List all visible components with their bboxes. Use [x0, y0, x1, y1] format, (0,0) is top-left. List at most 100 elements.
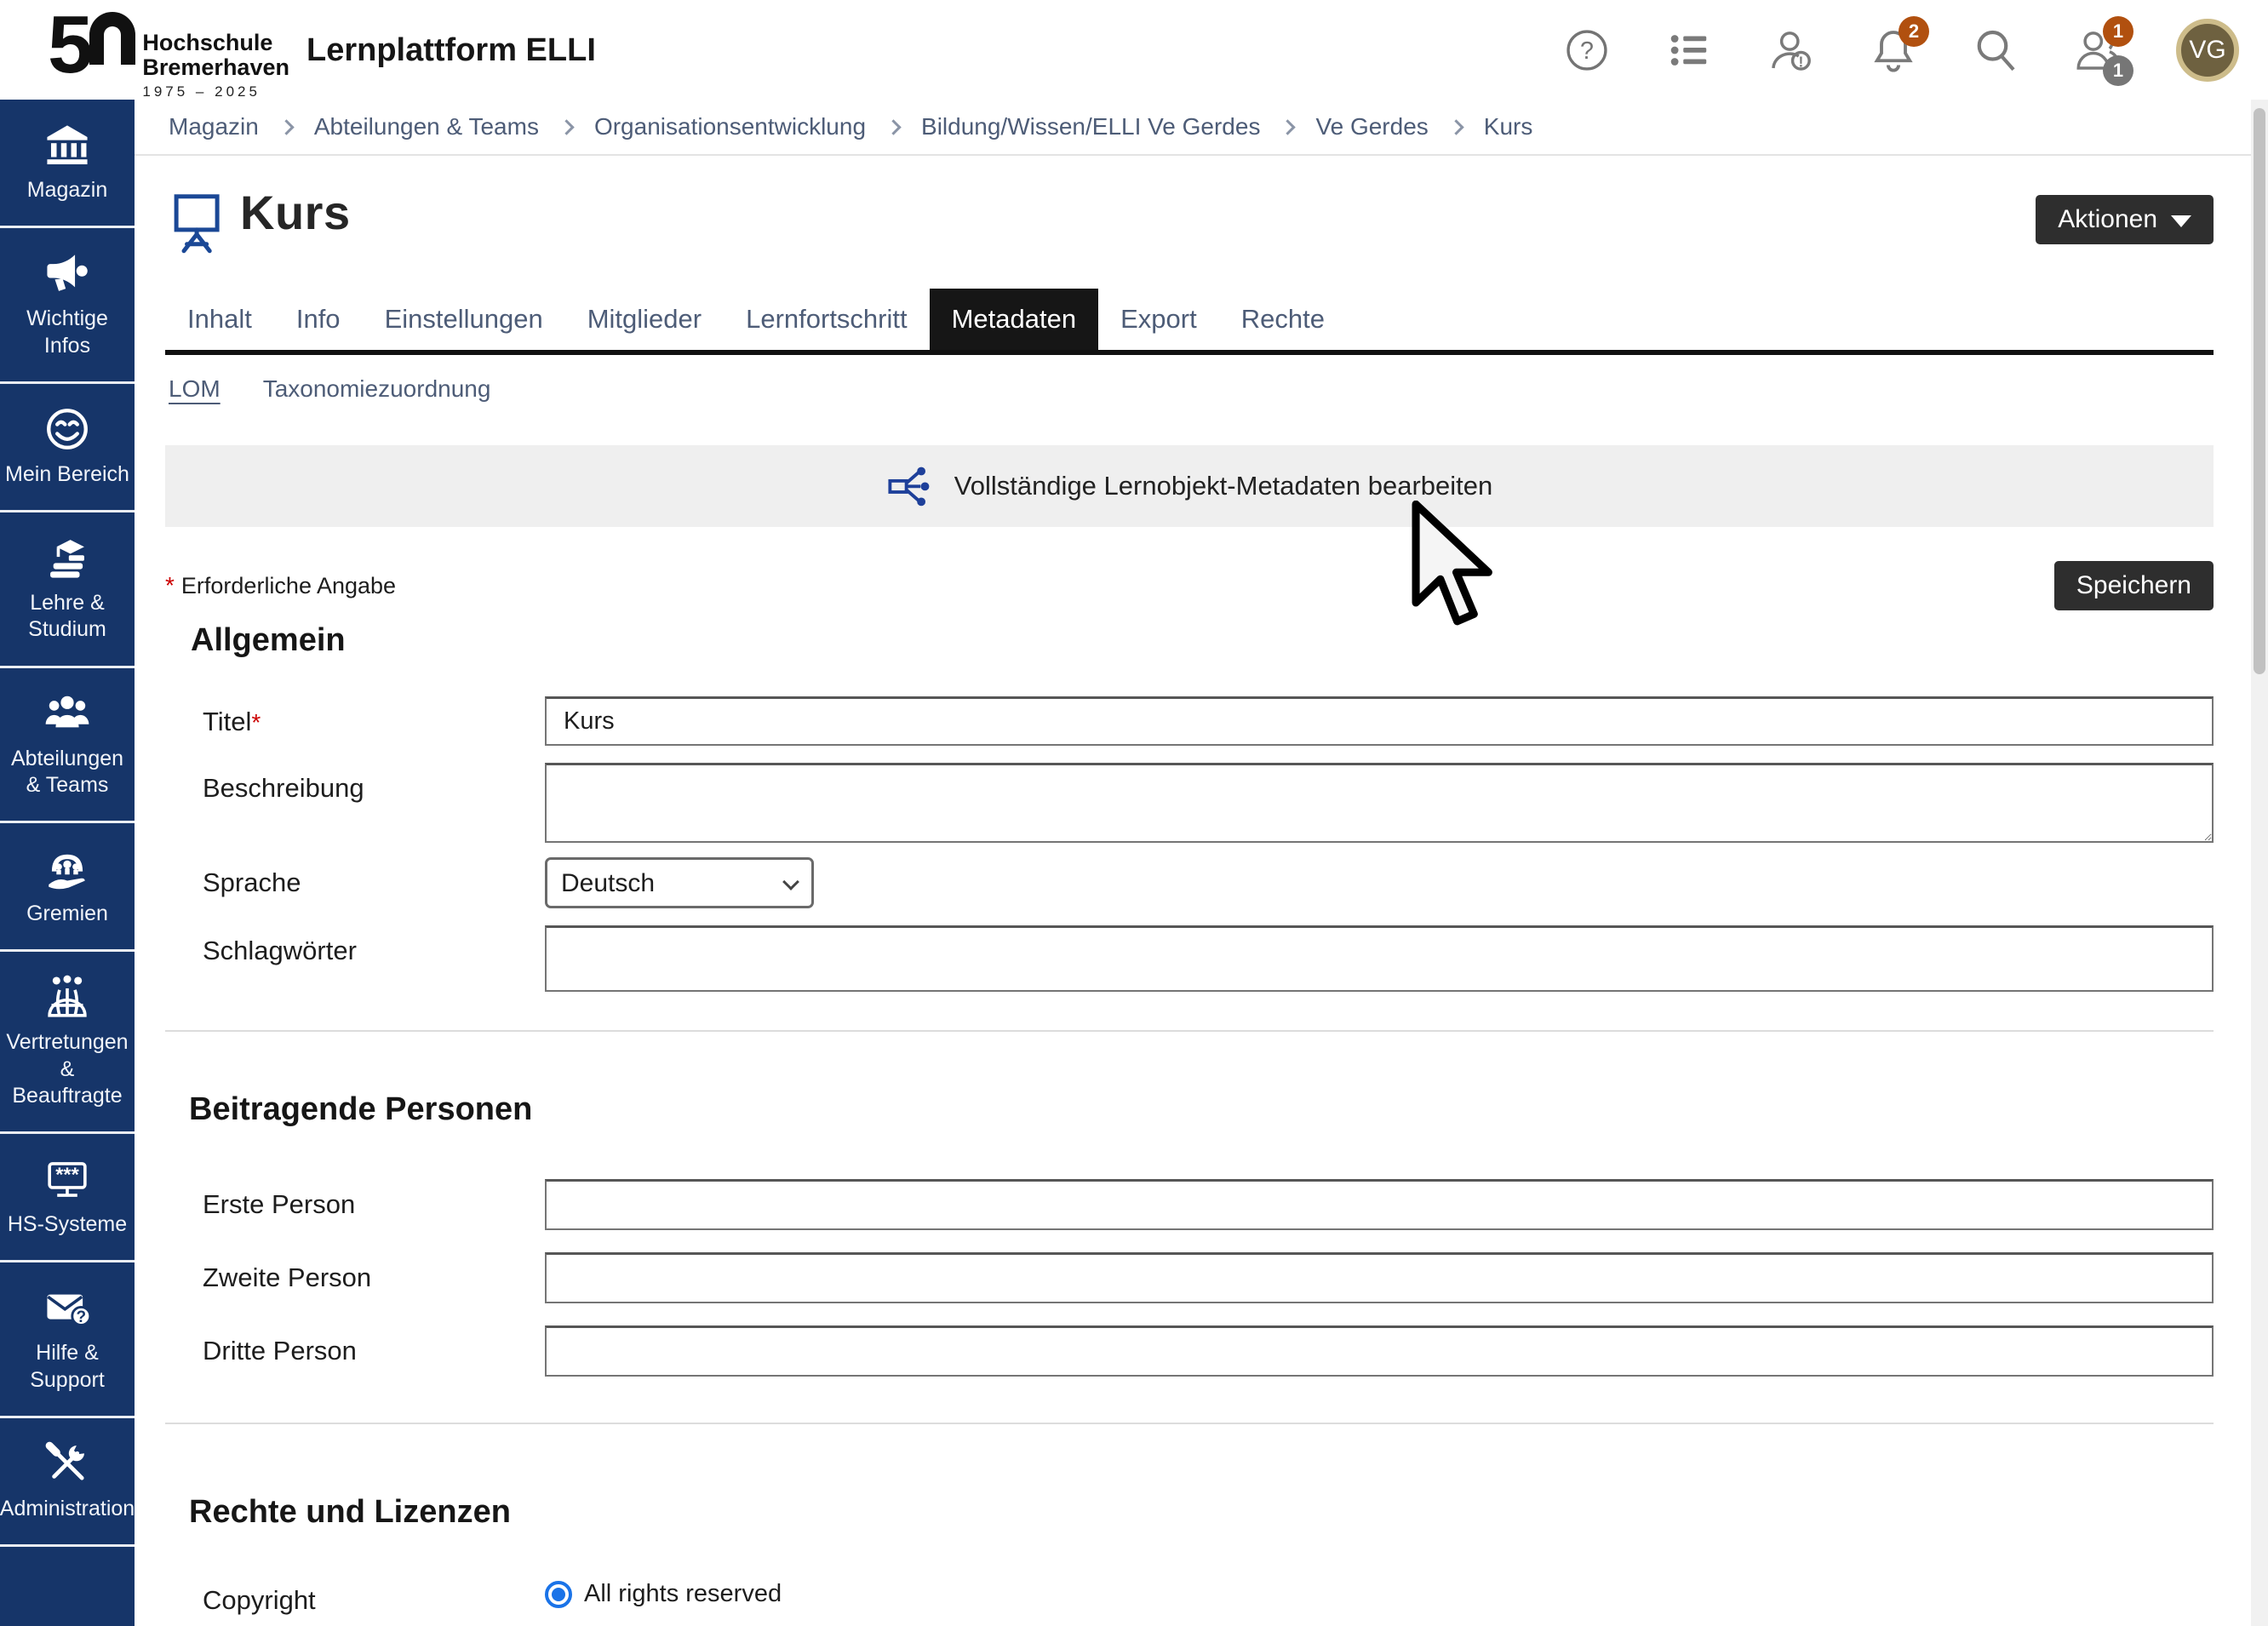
people-group-icon: [43, 689, 92, 738]
breadcrumb-chevron-icon: [885, 119, 901, 135]
breadcrumb-item[interactable]: Magazin: [169, 113, 259, 140]
sidebar-item-label: Abteilungen & Teams: [3, 746, 131, 799]
contacts-badge-bottom: 1: [2103, 55, 2133, 86]
logo-arch-shape: [89, 12, 135, 65]
sidebar-item-label: Vertretungen & Beauftragte: [3, 1029, 131, 1109]
dritte-person-input[interactable]: [545, 1325, 2214, 1377]
sidebar-item-hs-systeme[interactable]: *** HS-Systeme: [0, 1134, 135, 1262]
sidebar-item-label: HS-Systeme: [8, 1211, 127, 1238]
help-icon[interactable]: ?: [1563, 26, 1611, 74]
sidebar-item-label: Mein Bereich: [5, 461, 129, 488]
zweite-person-input[interactable]: [545, 1252, 2214, 1303]
copyright-radio[interactable]: [545, 1581, 572, 1608]
erste-person-input[interactable]: [545, 1179, 2214, 1230]
titel-input[interactable]: [545, 696, 2214, 746]
breadcrumb-item[interactable]: Organisationsentwicklung: [594, 113, 866, 140]
copyright-radio-label: All rights reserved: [584, 1580, 782, 1608]
sidebar-item-label: Hilfe & Support: [3, 1340, 131, 1394]
sidebar-item-wichtige-infos[interactable]: Wichtige Infos: [0, 228, 135, 384]
sprache-select[interactable]: Deutsch: [545, 857, 814, 908]
tab-inhalt[interactable]: Inhalt: [165, 289, 274, 350]
required-note: *Erforderliche Angabe: [165, 572, 396, 599]
tab-mitglieder[interactable]: Mitglieder: [565, 289, 724, 350]
tab-lernfortschritt[interactable]: Lernfortschritt: [724, 289, 930, 350]
sidebar-item-abteilungen-teams[interactable]: Abteilungen & Teams: [0, 668, 135, 824]
required-asterisk: *: [251, 709, 261, 736]
scrollbar-thumb[interactable]: [2254, 108, 2265, 674]
sidebar-item-mein-bereich[interactable]: Mein Bereich: [0, 384, 135, 512]
breadcrumb-chevron-icon: [1448, 119, 1463, 135]
actions-button[interactable]: Aktionen: [2036, 195, 2214, 244]
section-title-allgemein: Allgemein: [165, 622, 2214, 659]
header-icon-bar: ? ! 2: [1563, 0, 2239, 100]
breadcrumb-item[interactable]: Abteilungen & Teams: [314, 113, 539, 140]
user-alert-icon[interactable]: !: [1767, 26, 1815, 74]
svg-text:!: !: [1798, 53, 1803, 70]
breadcrumb-chevron-icon: [278, 119, 294, 135]
subtab-lom[interactable]: LOM: [169, 375, 220, 403]
breadcrumb-chevron-icon: [1280, 119, 1296, 135]
contacts-badge-top: 1: [2103, 16, 2133, 47]
app-header: 5 Hochschule Bremerhaven 1975 – 2025 Ler…: [0, 0, 2268, 100]
university-logo: 5 Hochschule Bremerhaven 1975 – 2025: [48, 9, 289, 100]
section-divider: [165, 1030, 2214, 1032]
schlagwoerter-label: Schlagwörter: [165, 925, 545, 966]
sidebar-item-label: Administration: [0, 1496, 135, 1522]
books-gradcap-icon: [43, 533, 92, 582]
subtab-taxonomiezuordnung[interactable]: Taxonomiezuordnung: [263, 375, 491, 403]
sidebar-item-magazin[interactable]: Magazin: [0, 100, 135, 228]
list-menu-icon[interactable]: [1665, 26, 1713, 74]
save-button[interactable]: Speichern: [2054, 561, 2214, 610]
breadcrumb: Magazin Abteilungen & Teams Organisation…: [135, 100, 2268, 156]
globe-people-icon: [43, 972, 92, 1022]
tab-export[interactable]: Export: [1098, 289, 1219, 350]
notifications-bell-icon[interactable]: 2: [1870, 26, 1917, 74]
sidebar: Magazin Wichtige Infos Mein Bereich Lehr…: [0, 100, 135, 1626]
logo-line2: Bremerhaven: [142, 55, 289, 80]
breadcrumb-item[interactable]: Ve Gerdes: [1315, 113, 1428, 140]
tab-einstellungen[interactable]: Einstellungen: [363, 289, 565, 350]
tab-metadaten[interactable]: Metadaten: [930, 289, 1099, 350]
actions-button-label: Aktionen: [2058, 205, 2157, 234]
vertical-scrollbar[interactable]: [2251, 100, 2268, 1626]
sidebar-item-label: Wichtige Infos: [3, 306, 131, 359]
bank-icon: [43, 120, 92, 169]
subtab-bar: LOM Taxonomiezuordnung: [165, 355, 2214, 416]
copyright-radio-dot: [552, 1588, 565, 1601]
erste-person-label: Erste Person: [165, 1179, 545, 1220]
breadcrumb-chevron-icon: [558, 119, 574, 135]
tools-icon: [43, 1439, 92, 1488]
sidebar-item-label: Lehre & Studium: [3, 590, 131, 644]
mail-question-icon: ?: [43, 1283, 92, 1332]
logo-years: 1975 – 2025: [142, 83, 289, 100]
breadcrumb-item[interactable]: Kurs: [1484, 113, 1533, 140]
caret-down-icon: [2171, 215, 2191, 227]
breadcrumb-item[interactable]: Bildung/Wissen/ELLI Ve Gerdes: [921, 113, 1260, 140]
sidebar-item-vertretungen[interactable]: Vertretungen & Beauftragte: [0, 952, 135, 1134]
contacts-icon[interactable]: 1 1: [2074, 26, 2122, 74]
sidebar-item-label: Gremien: [26, 901, 108, 927]
sidebar-item-gremien[interactable]: Gremien: [0, 823, 135, 952]
bell-badge: 2: [1899, 16, 1929, 47]
sidebar-item-hilfe-support[interactable]: ? Hilfe & Support: [0, 1262, 135, 1418]
sidebar-item-label: Magazin: [27, 177, 108, 203]
logo-line1: Hochschule: [142, 31, 289, 55]
schlagwoerter-input[interactable]: [545, 925, 2214, 992]
beschreibung-textarea[interactable]: [545, 763, 2214, 843]
copyright-label: Copyright: [165, 1575, 545, 1616]
tab-rechte[interactable]: Rechte: [1219, 289, 1347, 350]
edit-full-metadata-label: Vollständige Lernobjekt-Metadaten bearbe…: [954, 471, 1493, 501]
sprache-label: Sprache: [165, 857, 545, 898]
avatar[interactable]: VG: [2176, 19, 2239, 82]
metadata-tree-icon: [886, 462, 934, 510]
sidebar-item-lehre-studium[interactable]: Lehre & Studium: [0, 512, 135, 668]
course-easel-icon: [170, 190, 225, 255]
megaphone-icon: [43, 249, 92, 298]
tab-info[interactable]: Info: [274, 289, 363, 350]
edit-full-metadata-banner[interactable]: Vollständige Lernobjekt-Metadaten bearbe…: [165, 445, 2214, 527]
search-icon[interactable]: [1972, 26, 2019, 74]
committee-icon: [43, 844, 92, 893]
sidebar-item-administration[interactable]: Administration: [0, 1418, 135, 1547]
logo-five: 5: [48, 9, 89, 82]
svg-text:***: ***: [55, 1164, 79, 1186]
